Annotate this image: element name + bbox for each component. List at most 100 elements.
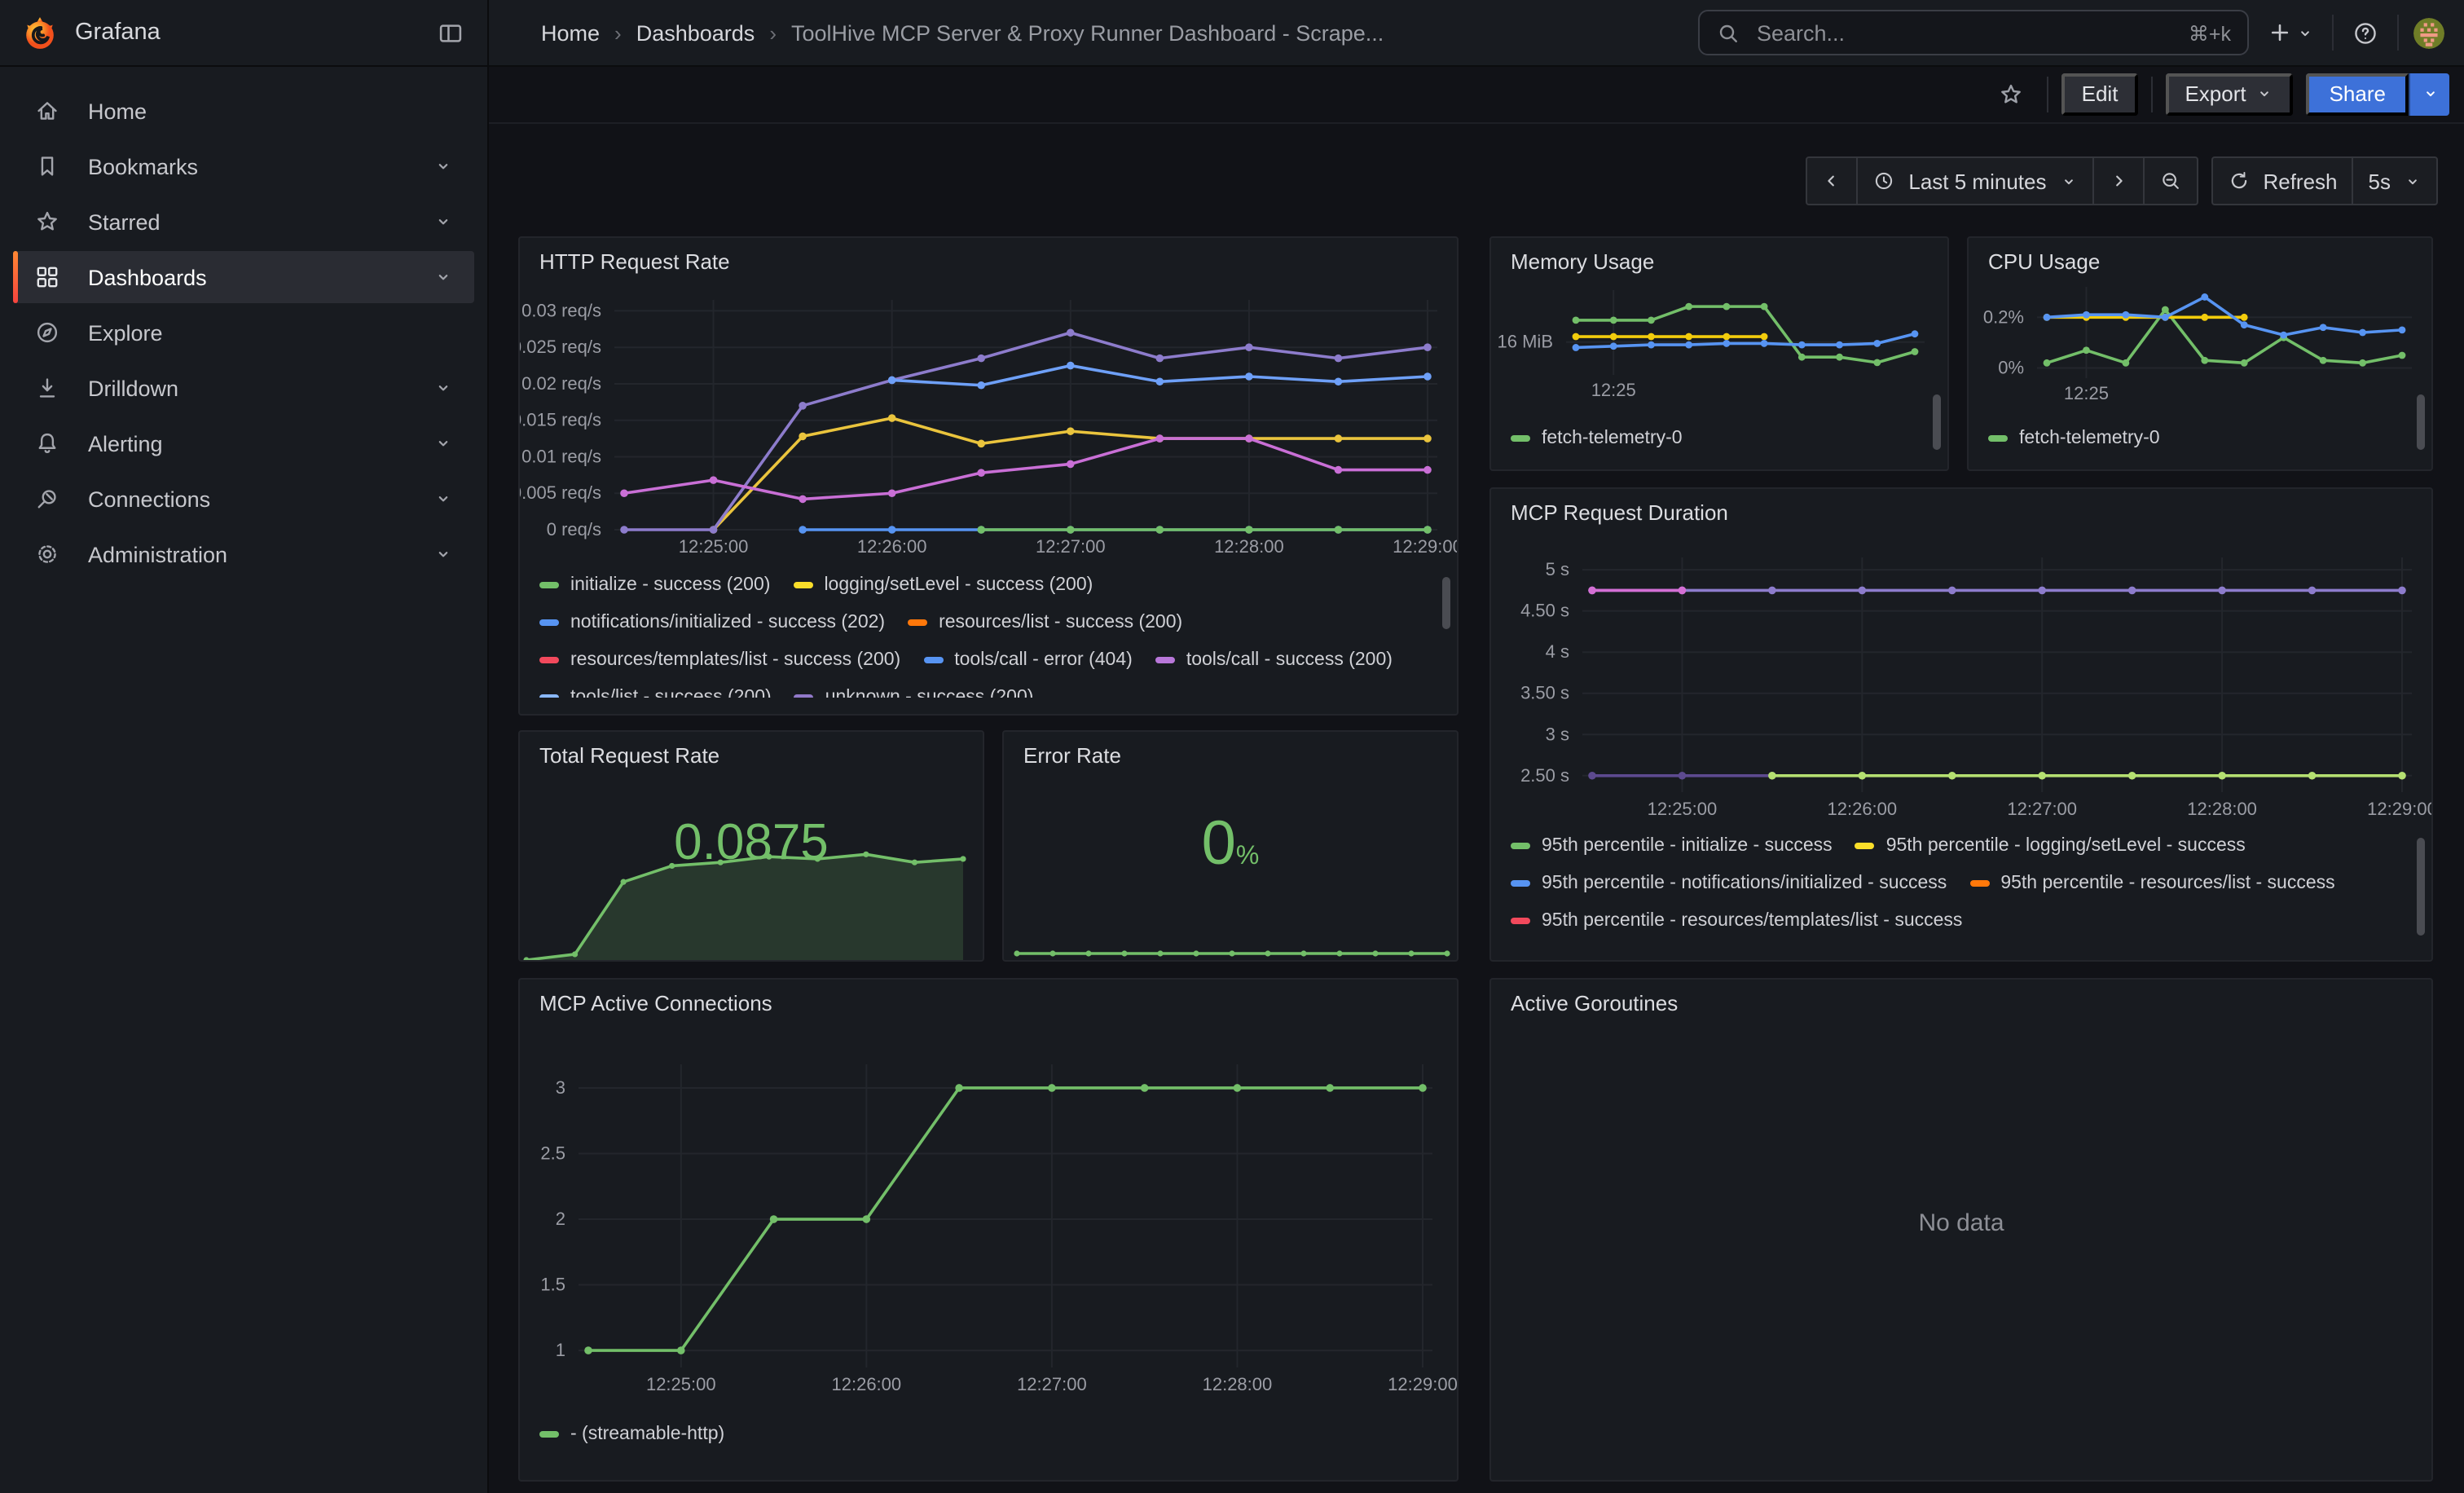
divider: [2397, 15, 2399, 51]
share-menu-button[interactable]: [2409, 73, 2449, 115]
legend-scrollbar[interactable]: [1442, 577, 1450, 629]
search-input[interactable]: [1753, 19, 2176, 46]
panel-title[interactable]: MCP Active Connections: [539, 991, 772, 1015]
bell-icon: [34, 430, 60, 456]
legend-item[interactable]: tools/call - error (404): [923, 649, 1133, 672]
sidebar-item-home[interactable]: Home: [13, 85, 474, 137]
edit-button[interactable]: Edit: [2062, 73, 2138, 115]
search-shortcut: ⌘+k: [2189, 20, 2231, 45]
svg-text:3 s: 3 s: [1546, 724, 1569, 744]
svg-text:0.01 req/s: 0.01 req/s: [521, 446, 601, 466]
legend-item[interactable]: fetch-telemetry-0: [1988, 427, 2160, 450]
svg-text:12:29:00: 12:29:00: [1388, 1374, 1457, 1394]
sidebar-item-label: Alerting: [88, 431, 163, 456]
mcp-active-connections-chart[interactable]: 11.522.5312:25:0012:26:0012:27:0012:28:0…: [520, 980, 1457, 1480]
legend-item[interactable]: resources/templates/list - success (200): [539, 649, 900, 672]
svg-text:12:26:00: 12:26:00: [1828, 799, 1898, 819]
refresh-button[interactable]: Refresh: [2212, 158, 2352, 204]
legend-item[interactable]: tools/call - success (200): [1155, 649, 1393, 672]
svg-text:12:26:00: 12:26:00: [832, 1374, 902, 1394]
legend-scrollbar[interactable]: [2417, 394, 2425, 450]
legend-item[interactable]: resources/list - success (200): [908, 611, 1182, 634]
favorite-star-icon[interactable]: [1989, 81, 2035, 107]
search-box[interactable]: ⌘+k: [1698, 10, 2249, 55]
legend-item[interactable]: unknown - success (200): [794, 686, 1034, 698]
sidebar-item-administration[interactable]: Administration: [13, 528, 474, 580]
panel-mcp-request-duration: MCP Request Duration 2.50 s3 s3.50 s4 s4…: [1489, 487, 2433, 962]
sidebar-item-bookmarks[interactable]: Bookmarks: [13, 140, 474, 192]
legend-item[interactable]: 95th percentile - logging/setLevel - suc…: [1855, 835, 2246, 857]
sidebar-toggle-icon[interactable]: [437, 19, 464, 46]
legend-item[interactable]: 95th percentile - initialize - success: [1511, 835, 1833, 857]
sidebar-item-alerting[interactable]: Alerting: [13, 417, 474, 469]
breadcrumb: Home›Dashboards›ToolHive MCP Server & Pr…: [489, 20, 1384, 45]
svg-text:2: 2: [556, 1209, 565, 1229]
grafana-logo-icon[interactable]: [23, 15, 57, 50]
svg-text:0.015 req/s: 0.015 req/s: [520, 410, 601, 430]
chevron-down-icon: [2256, 85, 2274, 103]
legend-scrollbar[interactable]: [2417, 838, 2425, 936]
svg-text:0.2%: 0.2%: [1983, 306, 2024, 327]
star-icon: [34, 209, 60, 235]
breadcrumb-link[interactable]: Home: [541, 20, 600, 45]
svg-text:0%: 0%: [1998, 358, 2024, 378]
legend-swatch: [1511, 918, 1530, 924]
refresh-interval-select[interactable]: 5s: [2352, 158, 2436, 204]
panel-title[interactable]: Total Request Rate: [539, 743, 719, 768]
svg-text:5 s: 5 s: [1546, 559, 1569, 579]
legend-item[interactable]: 95th percentile - resources/list - succe…: [1969, 872, 2334, 895]
sidebar-item-label: Connections: [88, 487, 210, 511]
error-rate-value: 0%: [1004, 810, 1457, 880]
panel-title[interactable]: Memory Usage: [1511, 249, 1654, 274]
memory-legend: fetch-telemetry-0: [1511, 427, 1902, 453]
legend-scrollbar[interactable]: [1933, 394, 1941, 450]
refresh-group: Refresh 5s: [2211, 156, 2438, 205]
panel-error-rate: Error Rate 0%: [1002, 730, 1459, 962]
svg-text:1.5: 1.5: [540, 1275, 565, 1295]
zoom-out-button[interactable]: [2142, 158, 2196, 204]
legend-item[interactable]: fetch-telemetry-0: [1511, 427, 1683, 450]
export-button[interactable]: Export: [2165, 73, 2293, 115]
svg-text:12:28:00: 12:28:00: [1214, 536, 1284, 557]
panel-title[interactable]: Active Goroutines: [1511, 991, 1678, 1015]
help-button[interactable]: [2348, 15, 2383, 50]
svg-text:12:28:00: 12:28:00: [2187, 799, 2257, 819]
share-button[interactable]: Share: [2307, 73, 2409, 115]
legend-item[interactable]: - (streamable-http): [539, 1423, 724, 1446]
share-split-button: Share: [2307, 73, 2449, 115]
grafana-app: Grafana Home›Dashboards›ToolHive MCP Ser…: [0, 0, 2464, 1493]
legend-item[interactable]: 95th percentile - notifications/initiali…: [1511, 872, 1947, 895]
svg-text:12:25: 12:25: [1591, 380, 1636, 400]
time-shift-forward-button[interactable]: [2092, 158, 2142, 204]
legend-swatch: [1511, 843, 1530, 849]
sidebar-item-label: Home: [88, 99, 147, 123]
time-range-picker[interactable]: Last 5 minutes: [1856, 158, 2092, 204]
time-shift-back-button[interactable]: [1807, 158, 1856, 204]
home-icon: [34, 98, 60, 124]
topnav-right: ⌘+k: [1698, 10, 2464, 55]
sidebar-item-dashboards[interactable]: Dashboards: [13, 251, 474, 303]
panel-title[interactable]: MCP Request Duration: [1511, 500, 1728, 525]
legend-swatch: [539, 1431, 559, 1438]
panel-title[interactable]: Error Rate: [1023, 743, 1121, 768]
sidebar-item-explore[interactable]: Explore: [13, 306, 474, 359]
sidebar-item-connections[interactable]: Connections: [13, 473, 474, 525]
legend-item[interactable]: 95th percentile - resources/templates/li…: [1511, 909, 1962, 932]
panel-title[interactable]: CPU Usage: [1988, 249, 2100, 274]
legend-item[interactable]: tools/list - success (200): [539, 686, 772, 698]
svg-text:16 MiB: 16 MiB: [1498, 332, 1553, 352]
sidebar-item-starred[interactable]: Starred: [13, 196, 474, 248]
sidebar-item-drilldown[interactable]: Drilldown: [13, 362, 474, 414]
legend-item[interactable]: logging/setLevel - success (200): [793, 574, 1093, 597]
svg-text:12:25:00: 12:25:00: [1648, 799, 1718, 819]
user-avatar[interactable]: [2413, 17, 2444, 48]
legend-swatch: [793, 582, 812, 588]
chevron-right-icon: [2108, 171, 2127, 191]
breadcrumb-link[interactable]: Dashboards: [636, 20, 755, 45]
legend-item[interactable]: notifications/initialized - success (202…: [539, 611, 885, 634]
dashboard-toolbar: Edit Export Share: [489, 65, 2464, 124]
svg-text:3.50 s: 3.50 s: [1520, 683, 1569, 703]
panel-title[interactable]: HTTP Request Rate: [539, 249, 730, 274]
legend-item[interactable]: initialize - success (200): [539, 574, 770, 597]
add-new-button[interactable]: [2264, 16, 2317, 49]
